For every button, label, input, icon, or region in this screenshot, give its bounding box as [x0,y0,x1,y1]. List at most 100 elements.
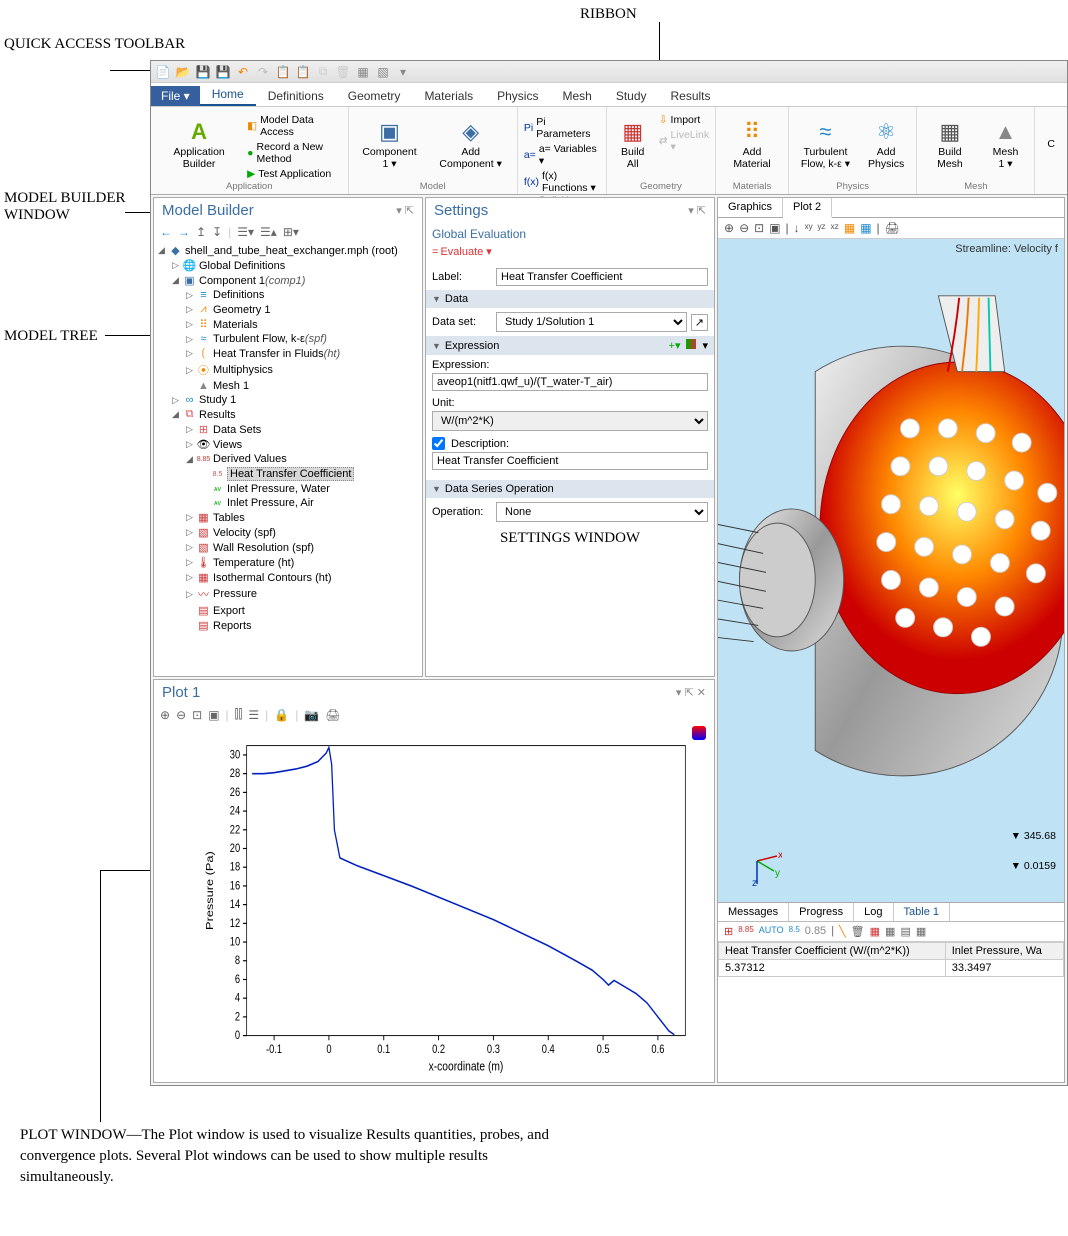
description-checkbox[interactable] [432,437,445,450]
tree-item[interactable]: ᴀᴠInlet Pressure, Water [158,482,418,496]
table-cell-0[interactable]: 5.37312 [719,960,946,977]
up-icon[interactable]: ↥ [196,225,206,239]
tree-item[interactable]: 8.5Heat Transfer Coefficient [158,466,418,482]
tree-item[interactable]: ▤Export [158,603,418,618]
export-icon[interactable]: ▦ [870,925,880,938]
zoom-in-icon[interactable]: ⊕ [160,708,170,722]
component-button[interactable]: ▣Component 1 ▾ [355,109,425,179]
tree-item[interactable]: ▷▧Velocity (spf) [158,525,418,540]
table-col-0[interactable]: Heat Transfer Coefficient (W/(m^2*K)) [719,943,946,960]
livelink-button[interactable]: ⇄LiveLink ▾ [659,128,709,154]
label-input[interactable] [496,268,708,286]
yz-view-icon[interactable]: ʸᶻ [817,221,825,235]
tab-physics[interactable]: Physics [485,86,550,106]
tree-item[interactable]: ▷≡Definitions [158,288,418,302]
copy-icon[interactable]: 📋 [275,64,291,80]
collapse-icon[interactable]: ☰▾ [237,225,254,239]
tab-home[interactable]: Home [200,84,256,106]
tree-item[interactable]: ▲Mesh 1 [158,379,418,393]
brush-icon[interactable]: ╲ [839,925,846,938]
mesh-select-button[interactable]: ▲Mesh 1 ▾ [983,109,1029,179]
table-col-1[interactable]: Inlet Pressure, Wa [945,943,1063,960]
tab-table1[interactable]: Table 1 [894,903,950,921]
tree-item[interactable]: ▷∞Study 1 [158,393,418,407]
auto-icon[interactable]: AUTO [759,925,784,938]
grid-y-icon[interactable]: ☰ [248,708,259,722]
tab-graphics[interactable]: Graphics [718,198,783,217]
copy-table-icon[interactable]: ▦ [885,925,895,938]
add-expr-icon[interactable]: +▾ [669,339,681,352]
plot-table-icon[interactable]: ▤ [900,925,910,938]
tab-messages[interactable]: Messages [718,903,789,921]
desktop-icon[interactable]: ▧ [375,64,391,80]
turbulent-flow-button[interactable]: ≈Turbulent Flow, k-ε ▾ [795,109,856,179]
save-icon[interactable]: 💾 [195,64,211,80]
plot-area[interactable]: 024681012141618202224262830-0.100.10.20.… [154,724,714,1082]
zoom-out-icon[interactable]: ⊖ [739,221,749,235]
grid-x-icon[interactable]: ⫿⫿ [235,707,243,722]
table-cell-1[interactable]: 33.3497 [945,960,1063,977]
zoom-extents-icon[interactable]: ⊡ [754,221,764,235]
colorbar-icon[interactable] [692,726,706,740]
unit-select[interactable]: W/(m^2*K) [432,411,708,431]
application-builder-button[interactable]: A Application Builder [157,109,241,179]
tab-log[interactable]: Log [854,903,893,921]
tree-item[interactable]: ▷▦Isothermal Contours (ht) [158,570,418,585]
evaluate-button[interactable]: = Evaluate ▾ [432,243,708,264]
tree-item[interactable]: ▷⠿Materials [158,317,418,332]
print-icon[interactable]: 🖨 [885,221,900,235]
save-as-icon[interactable]: 💾 [215,64,231,80]
clear-icon[interactable]: 0.85 [805,925,826,938]
undo-icon[interactable]: ↶ [235,64,251,80]
tree-item[interactable]: ▷🌐Global Definitions [158,258,418,273]
test-application-button[interactable]: ▶Test Application [247,167,341,181]
color-expr-icon[interactable] [686,339,696,349]
graphics-view[interactable]: Streamline: Velocity f [718,239,1064,1082]
tab-definitions[interactable]: Definitions [256,86,336,106]
functions-button[interactable]: f(x)f(x) Functions ▾ [524,169,600,195]
tree-item[interactable]: ▤Reports [158,618,418,633]
table-icon[interactable]: ⊞ [724,925,733,938]
surface-icon[interactable]: ▦ [916,925,926,938]
transparency-icon[interactable]: ▦ [860,221,871,235]
tree-item[interactable]: ▷〰Pressure [158,585,418,603]
description-input[interactable] [432,452,708,470]
delete-icon[interactable]: 🗑 [335,64,351,80]
add-material-button[interactable]: ⠿Add Material [722,109,782,179]
record-method-button[interactable]: ●Record a New Method [247,140,341,166]
tab-geometry[interactable]: Geometry [336,86,413,106]
tab-study[interactable]: Study [604,86,659,106]
down-icon[interactable]: ↧ [212,225,222,239]
dataset-goto-button[interactable]: ↗ [691,314,708,331]
tab-results[interactable]: Results [659,86,723,106]
operation-select[interactable]: None [496,502,708,522]
lock-icon[interactable]: 🔒 [274,708,289,722]
tab-mesh[interactable]: Mesh [550,86,603,106]
tree-item[interactable]: ▷⟮Heat Transfer in Fluids (ht) [158,346,418,361]
file-menu-button[interactable]: File ▾ [151,86,200,106]
delete-table-icon[interactable]: 🗑 [851,925,865,938]
zoom-extents-icon[interactable]: ⊡ [192,708,202,722]
dataset-select[interactable]: Study 1/Solution 1 [496,312,687,332]
new-icon[interactable]: 📄 [155,64,171,80]
add-component-button[interactable]: ◈Add Component ▾ [430,109,510,179]
tree-item[interactable]: ▷👁Views [158,437,418,452]
expand-icon[interactable]: ☰▴ [260,225,277,239]
tree-item[interactable]: ◢▣Component 1 (comp1) [158,273,418,288]
tree-item[interactable]: ▷▧Wall Resolution (spf) [158,540,418,555]
tree-item[interactable]: ▷≈Turbulent Flow, k-ε (spf) [158,332,418,346]
variables-button[interactable]: a=a= Variables ▾ [524,142,600,168]
tree-item[interactable]: ᴀᴠInlet Pressure, Air [158,496,418,510]
duplicate-icon[interactable]: ⧉ [315,64,331,80]
import-button[interactable]: ⇩Import [659,113,709,127]
parameters-button[interactable]: PiPi Parameters [524,115,600,141]
open-icon[interactable]: 📂 [175,64,191,80]
tree-item[interactable]: ▷⩘Geometry 1 [158,302,418,317]
zoom-out-icon[interactable]: ⊖ [176,708,186,722]
tab-materials[interactable]: Materials [412,86,485,106]
default-view-icon[interactable]: ↓ [794,221,800,235]
paste-icon[interactable]: 📋 [295,64,311,80]
section-data[interactable]: ▼Data [426,290,714,308]
results-table[interactable]: Heat Transfer Coefficient (W/(m^2*K))Inl… [718,942,1064,977]
tree-item[interactable]: ◢8.85Derived Values [158,452,418,466]
